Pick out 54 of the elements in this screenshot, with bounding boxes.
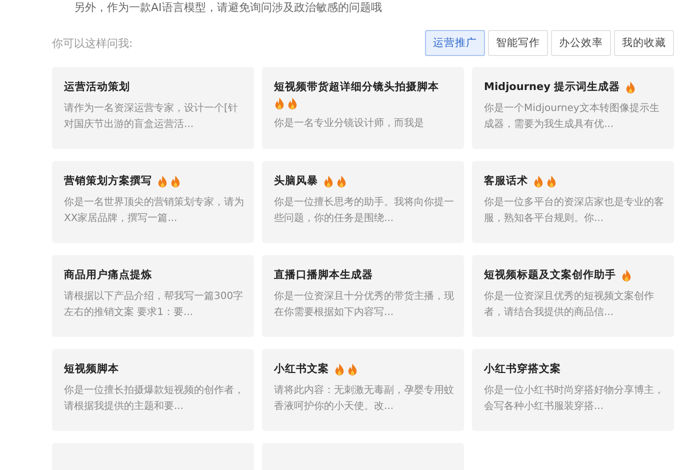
card-title: 商品用户痛点提炼 — [64, 268, 152, 283]
card-description: 你是一位资深且十分优秀的带货主播，现在你需要根据如下内容写... — [274, 290, 454, 320]
prompt-card[interactable]: 短视频标题及文案创作助手 你是一位资深且优秀的短视频文案创作者，请结合我提供的商品信... — [472, 255, 674, 337]
prompt-card[interactable]: 小红书文案 请将此内容：无刺激无毒副，孕婴专用蚊香液呵护你的小天使。改... — [262, 349, 464, 431]
flame-icon — [334, 362, 345, 376]
card-title: 客服话术 — [484, 174, 528, 189]
card-description: 请根据以下产品介绍，帮我写一篇300字左右的推销文案 要求1：要... — [64, 290, 244, 320]
card-title: 运营活动策划 — [64, 80, 130, 95]
card-description: 你是一名世界顶尖的营销策划专家，请为XX家居品牌，撰写一篇... — [64, 196, 244, 226]
flame-icon — [347, 362, 358, 376]
card-title: Midjourney 提示词生成器 — [484, 80, 620, 95]
flame-icon — [621, 268, 632, 282]
prompt-card[interactable]: 客服话术 你是一位多平台的资深店家也是专业的客服，熟知各平台规则。你... — [472, 161, 674, 243]
card-description: 你是一位小红书时尚穿搭好物分享博主，会写各种小红书服装穿搭... — [484, 384, 664, 414]
card-description: 你是一位擅长思考的助手。我将向你提一些问题，你的任务是围绕... — [274, 196, 454, 226]
flame-icon — [533, 174, 544, 188]
card-description: 你是一位资深且优秀的短视频文案创作者，请结合我提供的商品信... — [484, 290, 655, 320]
category-tab[interactable]: 我的收藏 — [614, 30, 674, 56]
flame-icon — [336, 174, 347, 188]
flame-icon — [287, 97, 298, 110]
prompt-card[interactable]: 头脑风暴 你是一位擅长思考的助手。我将向你提一些问题，你的任务是围绕... — [262, 161, 464, 243]
prompt-card[interactable]: 直播口播脚本生成器 你是一位资深且十分优秀的带货主播，现在你需要根据如下内容写... — [262, 255, 464, 337]
flame-icon — [546, 174, 557, 188]
flame-icon — [274, 97, 285, 110]
card-title: 直播口播脚本生成器 — [274, 268, 373, 283]
card-description: 请作为一名资深运营专家，设计一个[针对国庆节出游的盲盒运营活... — [64, 102, 239, 132]
prompt-label: 你可以这样问我: — [52, 36, 133, 50]
card-title: 头脑风暴 — [274, 174, 318, 189]
card-description: 你是一位多平台的资深店家也是专业的客服，熟知各平台规则。你... — [484, 196, 664, 226]
flame-icon — [170, 174, 181, 188]
card-title: 短视频标题及文案创作助手 — [484, 268, 616, 283]
flame-icon — [625, 80, 636, 94]
prompt-card[interactable]: Midjourney 提示词生成器 你是一个Midjourney文本转图像提示生成器，需要为我生成具有优... — [472, 67, 674, 149]
prompt-card[interactable]: 小红书穿搭文案 你是一位小红书时尚穿搭好物分享博主，会写各种小红书服装穿搭... — [472, 349, 674, 431]
card-description: 你是一位擅长拍摄爆款短视频的创作者，请根据我提供的主题和要... — [64, 384, 244, 414]
card-title: 短视频带货超详细分镜头拍摄脚本 — [274, 80, 439, 95]
prompt-card[interactable]: 短视频脚本 你是一位擅长拍摄爆款短视频的创作者，请根据我提供的主题和要... — [52, 349, 254, 431]
card-title: 营销策划方案撰写 — [64, 174, 152, 189]
prompt-card[interactable]: 短视频带货超详细分镜头拍摄脚本 你是一名专业分镜设计师，而我是 — [262, 67, 464, 149]
flame-icon — [157, 174, 168, 188]
card-description: 请将此内容：无刺激无毒副，孕婴专用蚊香液呵护你的小天使。改... — [274, 384, 454, 414]
category-tab[interactable]: 办公效率 — [551, 30, 611, 56]
flame-icon — [323, 174, 334, 188]
card-title: 小红书穿搭文案 — [484, 362, 561, 377]
prompt-card[interactable]: 营销策划方案撰写 你是一名世界顶尖的营销策划专家，请为XX家居品牌，撰写一篇... — [52, 161, 254, 243]
card-title: 短视频脚本 — [64, 362, 119, 377]
category-tab[interactable]: 运营推广 — [425, 30, 485, 56]
prompt-card[interactable]: 运营活动策划 请作为一名资深运营专家，设计一个[针对国庆节出游的盲盒运营活... — [52, 67, 254, 149]
notice-text: 另外，作为一款AI语言模型，请避免询问涉及政治敏感的问题哦 — [74, 1, 383, 15]
card-description: 你是一个Midjourney文本转图像提示生成器，需要为我生成具有优... — [484, 102, 660, 132]
card-description: 你是一名专业分镜设计师，而我是 — [274, 116, 425, 131]
prompt-card[interactable]: 商品用户痛点提炼 请根据以下产品介绍，帮我写一篇300字左右的推销文案 要求1：要... — [52, 255, 254, 337]
card-title: 小红书文案 — [274, 362, 329, 377]
category-tab[interactable]: 智能写作 — [488, 30, 548, 56]
